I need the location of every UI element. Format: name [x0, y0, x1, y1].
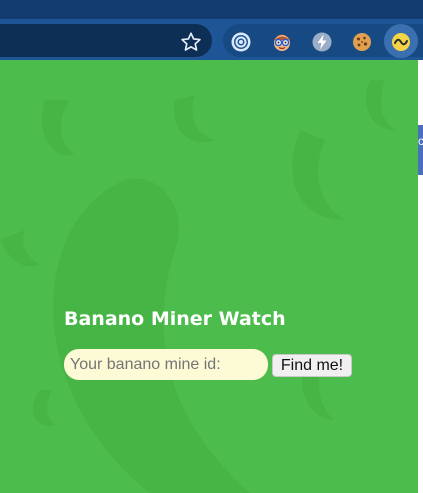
star-outline-icon[interactable]: [180, 31, 202, 53]
adjacent-window-tab: [418, 125, 423, 175]
find-me-button[interactable]: Find me!: [272, 354, 352, 377]
adjacent-window-text: c: [418, 134, 423, 148]
banano-icon[interactable]: [390, 31, 412, 53]
bolt-icon[interactable]: [311, 31, 333, 53]
mine-id-input[interactable]: [64, 349, 268, 380]
tab-strip: [0, 0, 423, 19]
page-content: Banano Miner Watch Find me!: [0, 60, 418, 493]
banana-pattern-background: [0, 80, 395, 493]
cookie-icon[interactable]: [351, 31, 373, 53]
page-title: Banano Miner Watch: [64, 308, 286, 330]
radar-icon[interactable]: [230, 31, 252, 53]
nerd-face-icon[interactable]: [271, 31, 293, 53]
